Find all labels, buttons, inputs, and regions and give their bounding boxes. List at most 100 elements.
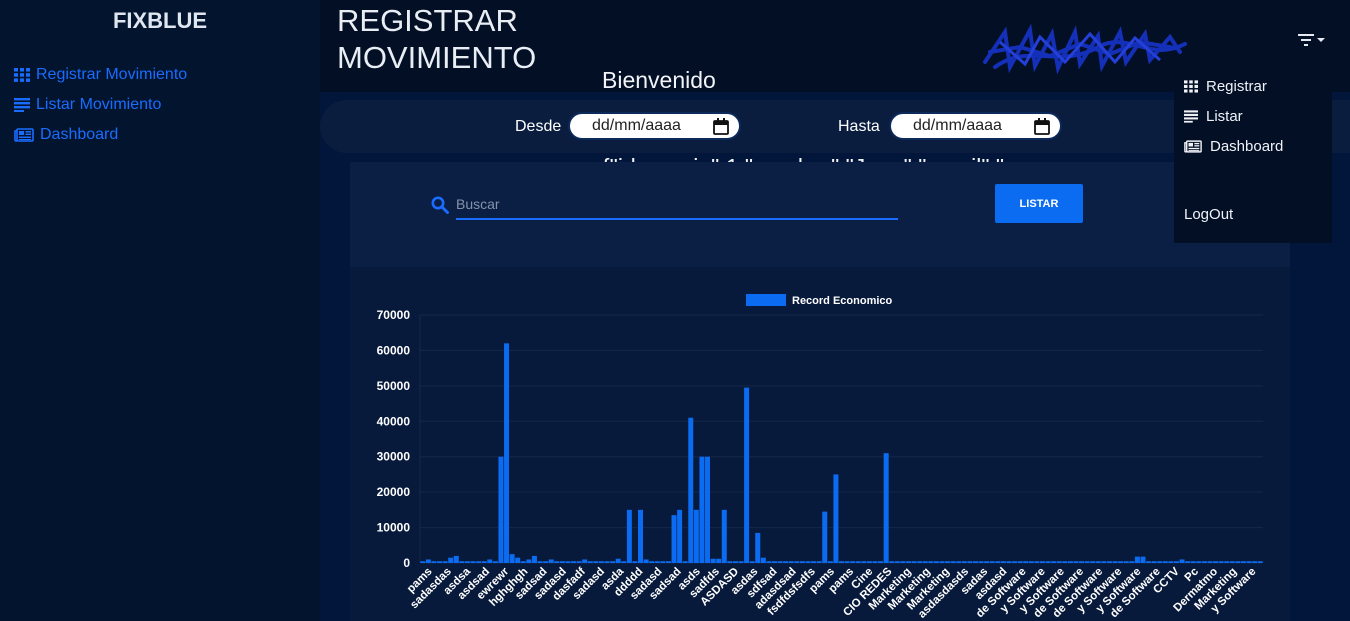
chart-bar [1123, 561, 1129, 563]
dropdown-item-registrar[interactable]: Registrar [1184, 78, 1267, 95]
search-icon [431, 196, 449, 214]
chart-bar [548, 559, 554, 563]
chart-bar [638, 509, 644, 563]
chart-bar [459, 561, 465, 563]
chart-bar [1179, 559, 1185, 563]
sidebar-item-registrar-movimiento[interactable]: Registrar Movimiento [14, 66, 187, 84]
chart-bar [1229, 561, 1235, 563]
chart-bar [1112, 561, 1118, 563]
chart-bar [1039, 561, 1045, 563]
chart-bar [587, 561, 593, 563]
chart-bar [967, 561, 973, 563]
chart-bar [1134, 556, 1140, 563]
chart-bar [738, 561, 744, 563]
chart-bar [972, 561, 978, 563]
chart-bar [1151, 561, 1157, 563]
chart-bar [872, 561, 878, 563]
chart-bar [554, 561, 560, 563]
chart-bar [833, 474, 839, 563]
chart-bar [721, 509, 727, 563]
chart-bar [671, 515, 677, 563]
chart-bar [956, 561, 962, 563]
chart-bar [911, 561, 917, 563]
chart-bar [476, 561, 482, 563]
chart-bar [772, 561, 777, 563]
list-icon [14, 98, 30, 112]
chart-bar [492, 561, 498, 563]
chart-bar [1017, 561, 1023, 563]
chart-bar [593, 561, 599, 563]
search-input[interactable] [456, 190, 898, 220]
chart-bar [1146, 561, 1152, 563]
brand-logo: FIXBLUE [112, 8, 208, 33]
y-tick-label: 60000 [377, 343, 411, 357]
chart-bar [788, 561, 794, 563]
dropdown-item-label: Dashboard [1210, 138, 1284, 155]
chart-bar [878, 561, 884, 563]
chart-bar [705, 456, 711, 563]
chart-bar [1000, 561, 1006, 563]
chart-bar [665, 561, 671, 563]
chart-bar [1095, 561, 1101, 563]
chart-bar [1201, 561, 1207, 563]
chart-bar [610, 561, 616, 563]
y-tick-label: 70000 [377, 308, 411, 322]
chart-bar [615, 558, 621, 563]
y-tick-label: 30000 [377, 450, 411, 464]
sidebar-item-dashboard[interactable]: Dashboard [14, 126, 118, 144]
chart-bar [504, 343, 510, 563]
chart-bar [861, 561, 867, 563]
sidebar-item-label: Registrar Movimiento [36, 66, 188, 83]
hasta-label: Hasta [838, 118, 880, 135]
chart-bar [509, 554, 515, 563]
chart-bar [1056, 561, 1062, 563]
chart-bar [1157, 561, 1163, 563]
chart-bar [576, 561, 582, 563]
dropdown-item-listar[interactable]: Listar [1184, 108, 1243, 125]
chart-bar [1218, 561, 1224, 563]
filter-dropdown-icon[interactable] [1296, 30, 1326, 50]
chart-bar [571, 561, 577, 563]
chart-bar [1045, 561, 1051, 563]
chart-bar [526, 559, 532, 563]
chart-bar [632, 561, 638, 563]
chart-bar [649, 561, 655, 563]
chart-bar [1118, 561, 1124, 563]
chart-bar [1196, 561, 1202, 563]
logout-link[interactable]: LogOut [1184, 206, 1233, 223]
chart-bar [928, 561, 934, 563]
chart-bar [799, 561, 805, 563]
newspaper-icon [1184, 140, 1202, 153]
chart-bar [1213, 561, 1219, 563]
sidebar-item-listar-movimiento[interactable]: Listar Movimiento [14, 96, 161, 114]
chart-bar [699, 456, 705, 563]
chart-bar [1006, 561, 1012, 563]
chart-bar [654, 561, 660, 563]
y-tick-label: 20000 [377, 485, 411, 499]
chart-bar [900, 561, 906, 563]
calendar-icon[interactable] [1034, 118, 1050, 135]
chart-bar [839, 561, 844, 563]
chart-bar [1185, 561, 1191, 563]
dropdown-item-dashboard[interactable]: Dashboard [1184, 138, 1283, 155]
chart-bar [487, 559, 493, 563]
chart-bar [1106, 561, 1112, 563]
chart-bar [984, 561, 990, 563]
calendar-icon[interactable] [713, 118, 729, 135]
hasta-date-input[interactable]: dd/mm/aaaa [889, 112, 1062, 140]
chart-bar [894, 561, 900, 563]
chart-bar [1240, 561, 1246, 563]
listar-button[interactable]: LISTAR [995, 184, 1083, 223]
chart-bar [1073, 561, 1079, 563]
desde-date-input[interactable]: dd/mm/aaaa [568, 112, 741, 140]
chart-bar [682, 561, 688, 563]
chart-bar [515, 557, 521, 563]
desde-date-value: dd/mm/aaaa [592, 117, 681, 134]
chart-bar [498, 456, 504, 563]
chart-bar [1173, 561, 1179, 563]
chart-bar [732, 561, 738, 563]
chart-bar [922, 561, 928, 563]
chart-bar [531, 555, 537, 563]
chart-bar [1067, 561, 1073, 563]
chart-bar [995, 561, 1001, 563]
